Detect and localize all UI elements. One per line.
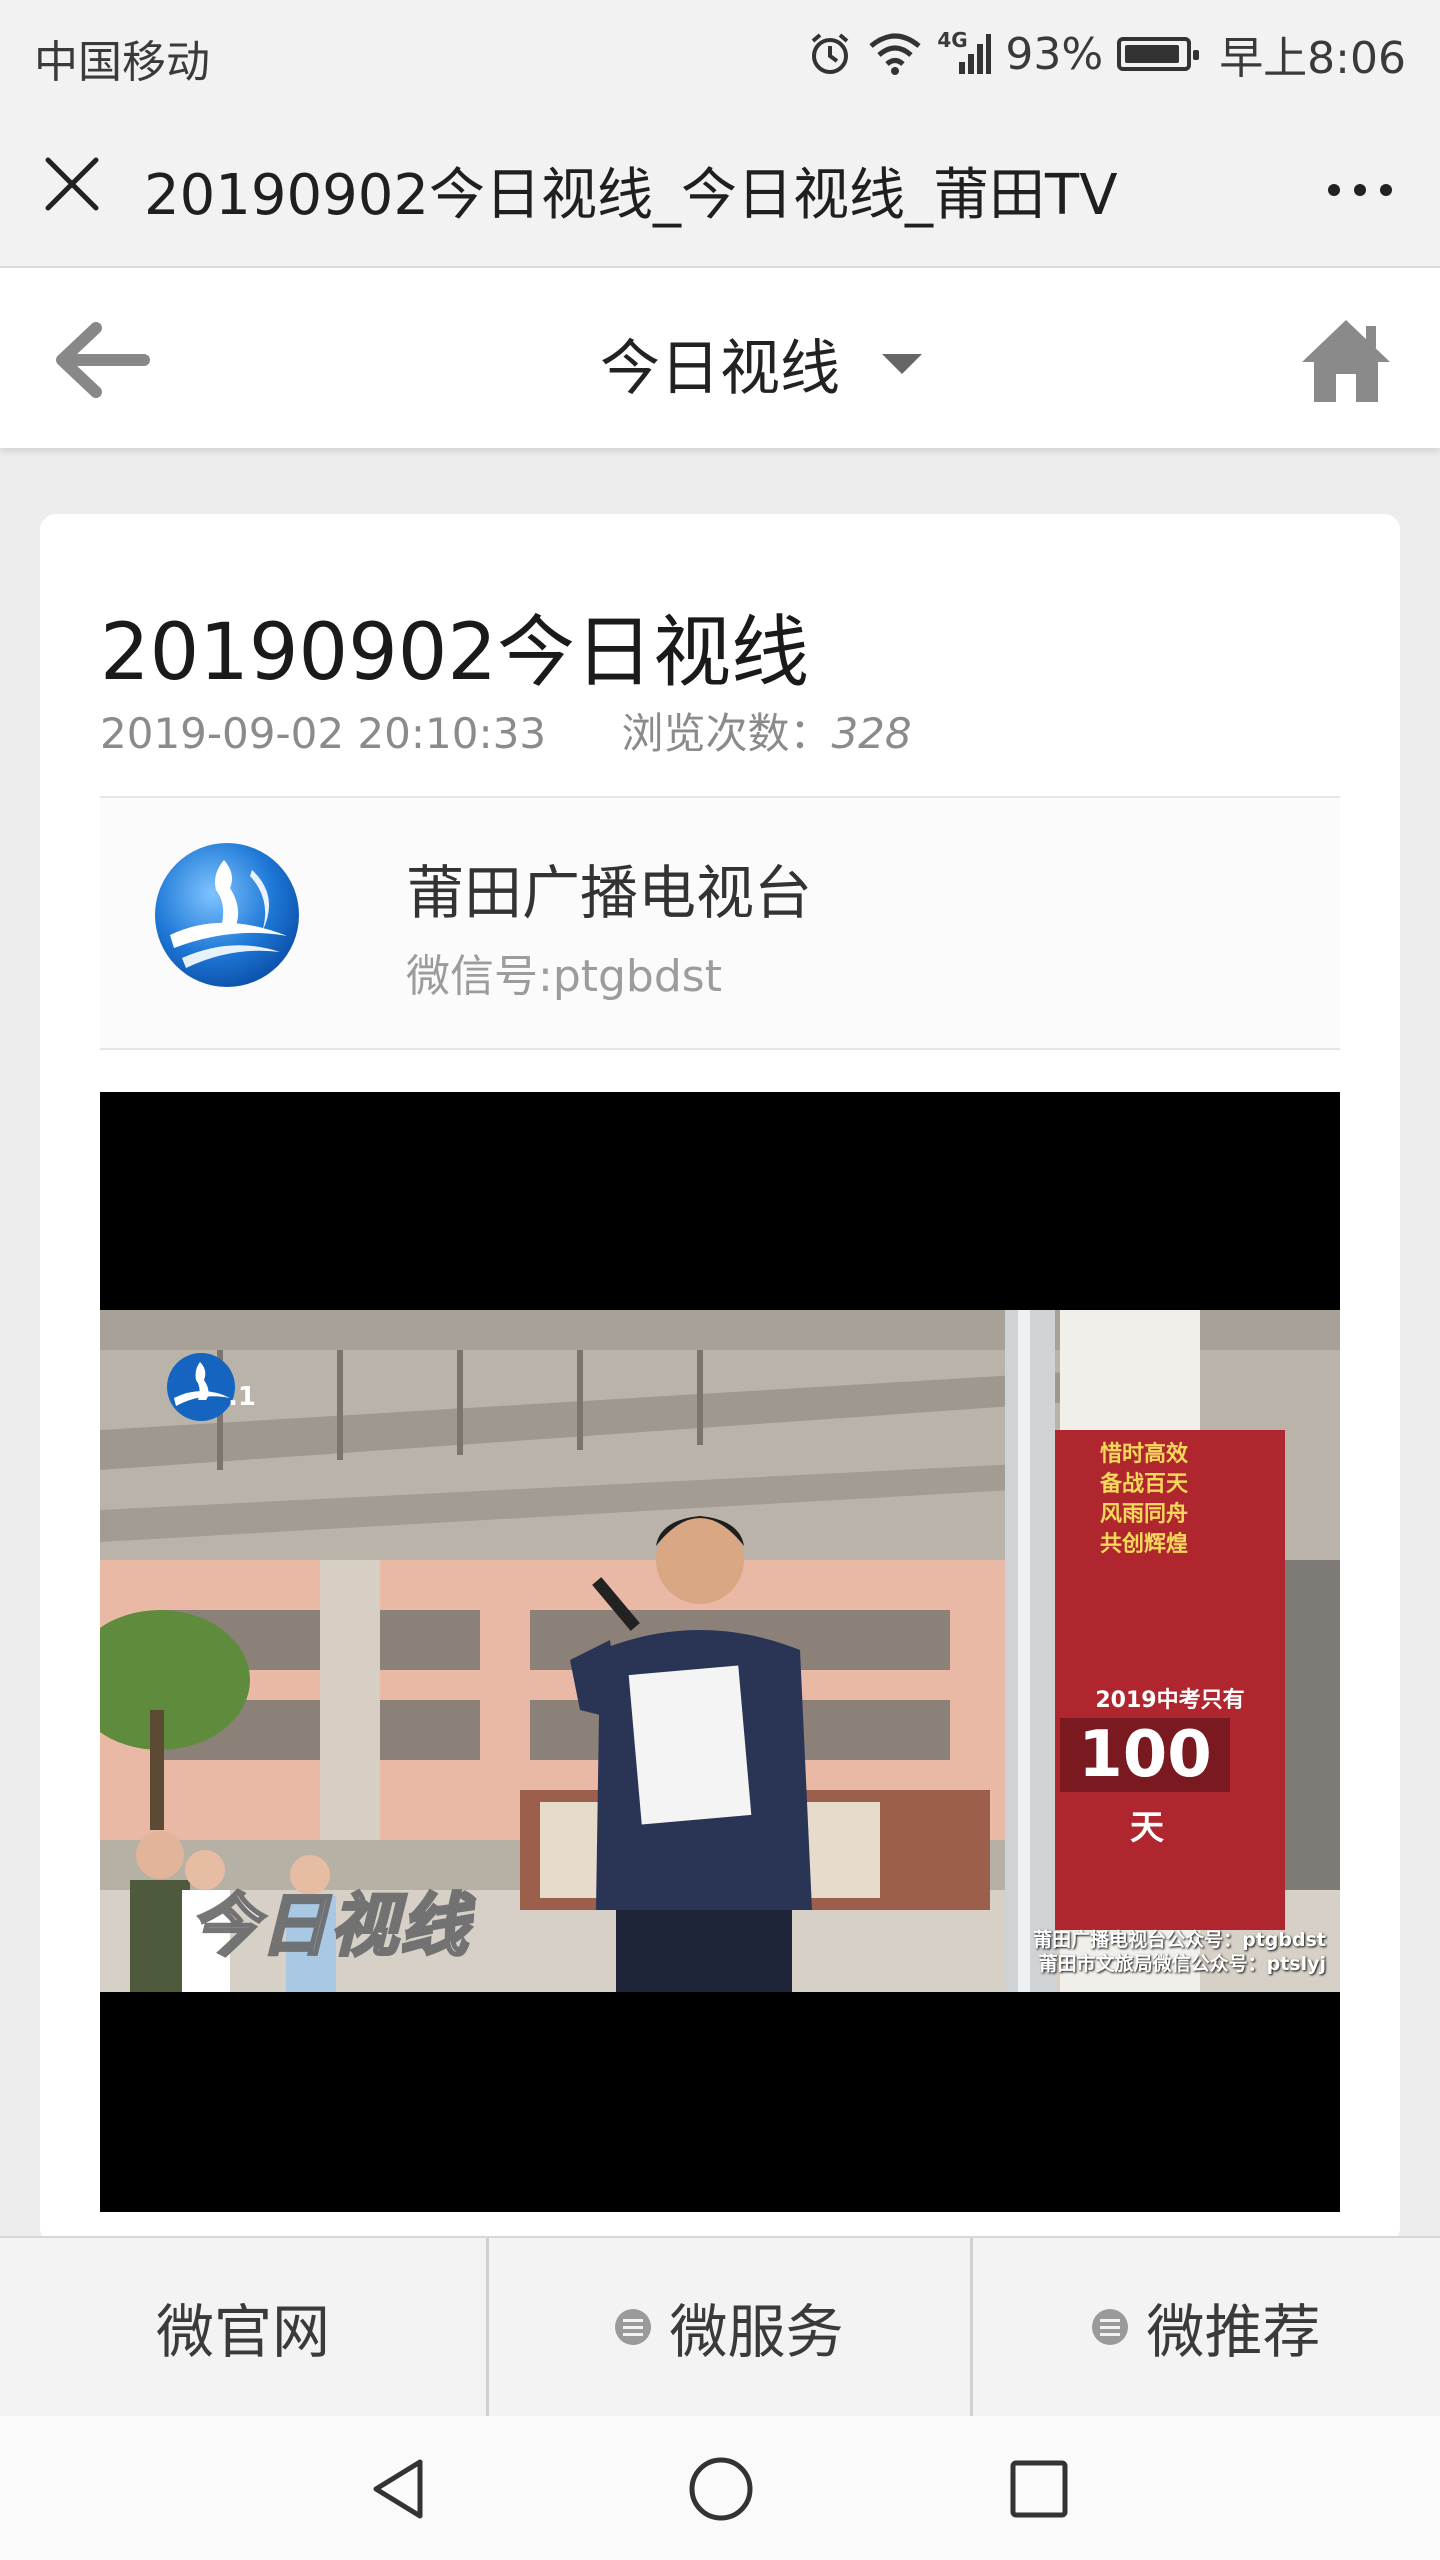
station-logo: [155, 843, 299, 987]
views-label: 浏览次数：: [621, 709, 832, 758]
tab-label: 微服务: [669, 2298, 844, 2366]
banner-line: 惜时高效: [1100, 1442, 1189, 1467]
banner-unit: 天: [1130, 1808, 1164, 1848]
signal-icon: 4G: [937, 28, 992, 76]
tab-micro-service[interactable]: 微服务: [486, 2238, 970, 2416]
tab-label: 微推荐: [1146, 2298, 1321, 2366]
banner-number: 100: [1060, 1718, 1230, 1792]
home-icon[interactable]: [1298, 312, 1394, 408]
close-icon[interactable]: [40, 152, 104, 216]
clock: 早上8:06: [1219, 33, 1406, 84]
banner-text: 惜时高效 备战百天 风雨同舟 共创辉煌: [1100, 1440, 1270, 1560]
banner-line: 风雨同舟: [1100, 1502, 1189, 1527]
banner-line: 共创辉煌: [1100, 1532, 1189, 1557]
article-card: 20190902今日视线 2019-09-02 20:10:33 浏览次数：32…: [40, 514, 1400, 2244]
tab-micro-site[interactable]: 微官网: [0, 2238, 486, 2416]
menu-icon: [615, 2309, 652, 2345]
footer-line: 莆田广播电视台公众号：ptgbdst: [1033, 1929, 1326, 1951]
chevron-down-icon[interactable]: [882, 354, 922, 374]
source-wechat-id: 微信号:ptgbdst: [406, 951, 722, 1002]
wifi-icon: [867, 32, 923, 76]
article-datetime: 2019-09-02 20:10:33: [100, 709, 547, 758]
program-overlay-logo: 今日视线: [188, 1886, 471, 1968]
nav-title-text: 今日视线: [600, 334, 840, 404]
footer-line: 莆田市文旅局微信公众号：ptslyj: [1038, 1953, 1326, 1975]
alarm-icon: [807, 31, 853, 77]
nav-recents-icon[interactable]: [1004, 2454, 1074, 2524]
menu-icon: [1092, 2309, 1129, 2345]
banner-line: 备战百天: [1100, 1472, 1189, 1497]
article-title: 20190902今日视线: [100, 608, 810, 698]
system-nav-bar: [0, 2416, 1440, 2560]
channel-mark: .1: [228, 1382, 256, 1412]
video-footer-text: 莆田广播电视台公众号：ptgbdst 莆田市文旅局微信公众号：ptslyj: [1033, 1928, 1326, 1976]
video-frame: .1 今日视线 惜时高效 备战百天 风雨同舟 共创辉煌 2019中考只有 100…: [100, 1310, 1340, 1992]
source-account[interactable]: 莆田广播电视台 微信号:ptgbdst: [100, 796, 1340, 1050]
site-nav: 今日视线: [0, 268, 1440, 448]
tab-label: 微官网: [155, 2298, 330, 2366]
battery-icon: [1117, 37, 1200, 71]
battery-percent: 93%: [1005, 28, 1104, 80]
video-player[interactable]: .1 今日视线 惜时高效 备战百天 风雨同舟 共创辉煌 2019中考只有 100…: [100, 1092, 1340, 2212]
network-type: 4G: [937, 28, 968, 52]
carrier-label: 中国移动: [34, 37, 210, 88]
bottom-tabbar: 微官网 微服务 微推荐: [0, 2236, 1440, 2416]
views-count: 328: [831, 709, 912, 758]
source-name: 莆田广播电视台: [406, 859, 813, 927]
webview-title: 20190902今日视线_今日视线_莆田TV: [144, 163, 1118, 228]
status-bar: 中国移动 4G 93% 早上8:06: [0, 0, 1440, 104]
nav-home-icon[interactable]: [686, 2454, 756, 2524]
webview-header: 20190902今日视线_今日视线_莆田TV: [0, 104, 1440, 268]
nav-back-icon[interactable]: [364, 2454, 434, 2524]
banner-caption: 2019中考只有: [1095, 1688, 1245, 1713]
more-icon[interactable]: [1320, 160, 1400, 220]
article-meta: 2019-09-02 20:10:33 浏览次数：328: [100, 700, 912, 761]
nav-title[interactable]: 今日视线: [0, 320, 1440, 407]
tab-micro-recommend[interactable]: 微推荐: [970, 2238, 1440, 2416]
